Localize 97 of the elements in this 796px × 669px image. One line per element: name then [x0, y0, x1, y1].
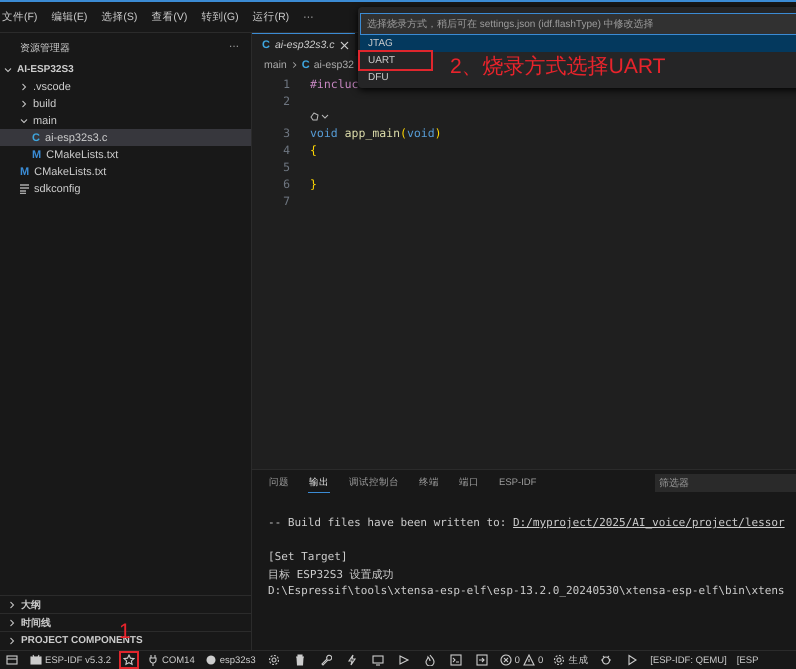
c-file-icon: C [32, 132, 40, 144]
status-item[interactable]: COM14 [147, 654, 195, 666]
tree-item[interactable]: M CMakeLists.txt [0, 146, 251, 163]
editor-tab[interactable]: C ai-esp32s3.c [252, 33, 354, 56]
section-title: PROJECT COMPONENTS [21, 635, 143, 646]
tree-item[interactable]: main [0, 112, 251, 129]
status-item[interactable]: ESP-IDF v5.3.2 [30, 654, 111, 666]
monitor-button[interactable] [370, 653, 386, 667]
file-name: CMakeLists.txt [34, 166, 106, 178]
code-line: } [310, 176, 317, 190]
plug-icon [147, 654, 159, 666]
more-button[interactable]: ··· [229, 41, 239, 61]
line-number: 5 [282, 160, 291, 174]
status-item[interactable]: esp32s3 [204, 654, 256, 666]
remote-button[interactable] [4, 653, 20, 667]
quick-pick-input[interactable]: 选择烧录方式，稍后可在 settings.json (idf.flashType) 中修改选择 [360, 13, 796, 35]
output-text: -- Build files have been written to: [268, 516, 508, 529]
menu-item[interactable]: 选择(S) [101, 10, 138, 24]
filter-field[interactable]: 筛选器 [655, 474, 796, 492]
status-item[interactable]: 生成 [553, 654, 588, 666]
code-line: void app_main(void) [310, 126, 442, 140]
star-icon [123, 654, 135, 666]
file-name: CMakeLists.txt [46, 148, 118, 160]
flash-icon [346, 654, 358, 666]
line-number: 7 [282, 194, 291, 208]
panel-tab[interactable]: 终端 [418, 473, 440, 493]
menu-item[interactable]: 文件(F) [2, 10, 38, 24]
section-title: 时间线 [21, 616, 51, 630]
panel-tab[interactable]: ESP-IDF [498, 474, 538, 492]
enter-button[interactable] [474, 653, 490, 667]
file-name: AI-ESP32S3 [17, 64, 74, 75]
panel-tab[interactable]: 问题 [268, 473, 290, 493]
close-icon[interactable] [340, 40, 348, 50]
output-text: 目标 ESP32S3 设置成功 [268, 568, 394, 581]
quick-pick-item[interactable]: DFU [360, 69, 425, 86]
annotation-label: 2、烧录方式选择UART [450, 54, 666, 80]
menu-item[interactable]: 查看(V) [151, 10, 188, 24]
output-text: [Set Target] [268, 550, 348, 563]
breadcrumb-item[interactable]: ai-esp32 [314, 59, 354, 71]
line-number: 1 [282, 76, 291, 90]
tree-item[interactable]: AI-ESP32S3 [0, 61, 251, 78]
c-file-icon: C [262, 39, 270, 51]
wrench-icon [320, 654, 332, 666]
bug-icon [600, 654, 612, 666]
code-lens-icon[interactable] [310, 112, 330, 122]
star-button[interactable] [121, 653, 137, 667]
menu-item[interactable]: 运行(R) [252, 10, 290, 24]
line-number: 6 [282, 176, 291, 190]
warning-icon [522, 654, 535, 666]
trash-icon [294, 654, 306, 666]
flame-icon [424, 654, 436, 666]
path-link[interactable]: D:/myproject/2025/AI_voice/project/lessor [513, 516, 785, 529]
quick-pick-item[interactable]: JTAG [360, 35, 796, 52]
terminal-button[interactable] [448, 653, 464, 667]
error-icon [500, 654, 512, 666]
m-file-icon: M [32, 148, 42, 160]
code-line: { [310, 142, 317, 156]
quick-pick-item[interactable]: UART [360, 52, 432, 69]
file-name: sdkconfig [34, 182, 80, 194]
tree-item[interactable]: sdkconfig [0, 180, 251, 197]
status-item[interactable]: [ESP [736, 654, 758, 666]
tree-item[interactable]: build [0, 95, 251, 112]
enter-icon [476, 654, 488, 666]
m-file-icon: M [20, 166, 30, 178]
monitor-icon [372, 654, 384, 666]
menu-item[interactable]: 编辑(E) [51, 10, 88, 24]
remote-icon [6, 654, 18, 666]
file-name: ai-esp32s3.c [44, 132, 108, 144]
line-number: 3 [282, 126, 291, 140]
panel-tab[interactable]: 调试控制台 [348, 473, 400, 493]
section-title: 大纲 [21, 598, 41, 612]
tree-item[interactable]: .vscode [0, 78, 251, 95]
sidebar-title: 资源管理器 [20, 42, 70, 56]
status-item[interactable]: [ESP-IDF: QEMU] [650, 654, 727, 666]
menu-item[interactable]: 转到(G) [201, 10, 239, 24]
c-file-icon: C [302, 59, 310, 71]
file-name: build [33, 98, 56, 110]
line-number: 2 [282, 94, 291, 108]
build-icon [553, 654, 566, 666]
lines-icon [20, 184, 29, 194]
panel-tab[interactable]: 端口 [458, 473, 480, 493]
file-name: .vscode [33, 80, 71, 92]
gear-icon [268, 654, 280, 666]
tree-item[interactable]: C ai-esp32s3.c [0, 129, 251, 146]
tree-item[interactable]: M CMakeLists.txt [0, 163, 251, 180]
file-name: main [33, 114, 57, 126]
terminal-icon [450, 654, 462, 666]
panel-tab[interactable]: 输出 [308, 473, 330, 493]
run-icon [626, 654, 638, 666]
menu-item[interactable]: ··· [303, 11, 314, 23]
chevron-right-icon [290, 61, 298, 69]
breadcrumb-item[interactable]: main [264, 59, 287, 71]
line-number: 4 [282, 142, 291, 156]
problems-status[interactable]: 0 0 [500, 654, 544, 666]
section-header[interactable]: 大纲 [0, 595, 251, 613]
output-text: D:\Espressif\tools\xtensa-esp-elf\esp-13.2.0_20240530\xtensa-esp-elf\bin\xtens [268, 584, 785, 597]
code-line: #incluc [310, 76, 358, 90]
